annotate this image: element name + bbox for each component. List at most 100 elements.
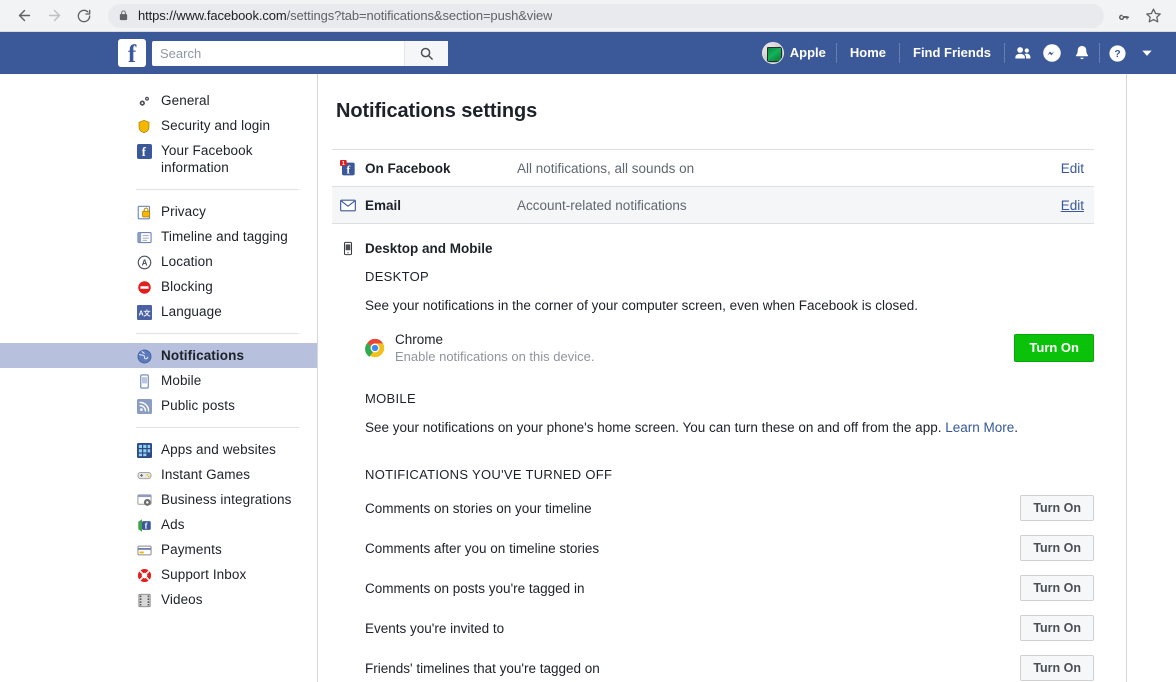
sidebar-item-label: Payments — [161, 542, 222, 557]
shield-icon — [136, 118, 152, 134]
setting-row-on-facebook[interactable]: f1 On Facebook All notifications, all so… — [332, 150, 1094, 187]
sidebar-item-label: Instant Games — [161, 467, 251, 482]
lifebuoy-icon — [136, 567, 152, 583]
setting-row-label: Email — [365, 197, 402, 213]
notification-channels-table: f1 On Facebook All notifications, all so… — [332, 149, 1094, 224]
sidebar-item-blocking[interactable]: Blocking — [0, 274, 317, 299]
sidebar-item-label: Privacy — [161, 204, 206, 219]
home-link[interactable]: Home — [839, 39, 897, 67]
sidebar-item-location[interactable]: A Location — [0, 249, 317, 274]
profile-link[interactable]: Apple — [754, 39, 834, 67]
sidebar-item-privacy[interactable]: Privacy — [0, 199, 317, 224]
turn-on-chrome-button[interactable]: Turn On — [1014, 334, 1094, 362]
turned-off-row: Comments after you on timeline stories T… — [365, 528, 1094, 568]
setting-row-email[interactable]: Email Account-related notifications Edit — [332, 187, 1094, 224]
sidebar-item-videos[interactable]: Videos — [0, 587, 317, 612]
sidebar-item-payments[interactable]: Payments — [0, 537, 317, 562]
forward-button[interactable] — [40, 2, 68, 30]
desktop-and-mobile-section: Desktop and Mobile DESKTOP See your noti… — [332, 224, 1126, 682]
facebook-f-logo[interactable]: f — [118, 39, 146, 67]
svg-text:f: f — [144, 521, 147, 530]
apps-grid-icon — [136, 442, 152, 458]
turned-off-heading: NOTIFICATIONS YOU'VE TURNED OFF — [365, 467, 613, 482]
sidebar-divider — [136, 333, 299, 334]
key-icon[interactable] — [1112, 3, 1138, 29]
language-icon: A文 — [136, 304, 152, 320]
device-name: Chrome — [395, 332, 444, 347]
sidebar-item-notifications[interactable]: Notifications — [0, 343, 317, 368]
sidebar-item-label: Security and login — [161, 118, 271, 133]
chrome-logo-icon — [365, 338, 385, 358]
business-gear-icon — [136, 492, 152, 508]
url-path: /settings?tab=notifications&section=push… — [286, 8, 553, 23]
find-friends-link[interactable]: Find Friends — [902, 39, 1002, 67]
sidebar-item-mobile[interactable]: Mobile — [0, 368, 317, 393]
rss-icon — [136, 398, 152, 414]
lock-icon — [118, 9, 129, 22]
sidebar-item-general[interactable]: General — [0, 88, 317, 113]
turn-on-button[interactable]: Turn On — [1020, 615, 1094, 641]
sidebar-item-support-inbox[interactable]: Support Inbox — [0, 562, 317, 587]
account-dropdown-icon[interactable] — [1132, 39, 1162, 67]
setting-row-description: All notifications, all sounds on — [517, 160, 695, 176]
turn-on-button[interactable]: Turn On — [1020, 575, 1094, 601]
back-button[interactable] — [10, 2, 38, 30]
svg-text:A: A — [141, 258, 147, 267]
device-subtext: Enable notifications on this device. — [395, 349, 595, 364]
sidebar-item-instant-games[interactable]: Instant Games — [0, 462, 317, 487]
turn-on-button[interactable]: Turn On — [1020, 535, 1094, 561]
sidebar-item-label: Ads — [161, 517, 185, 532]
sidebar-group-apps: Apps and websites Instant Games Business… — [0, 437, 317, 612]
sidebar-divider — [136, 189, 299, 190]
mobile-subheading: MOBILE — [365, 391, 416, 406]
search-icon[interactable] — [404, 40, 448, 66]
desktop-subheading: DESKTOP — [365, 269, 429, 284]
edit-link[interactable]: Edit — [1061, 198, 1090, 213]
learn-more-link[interactable]: Learn More — [945, 420, 1014, 435]
setting-row-description: Account-related notifications — [517, 197, 687, 213]
messenger-icon[interactable] — [1037, 39, 1067, 67]
desktop-and-mobile-header: Desktop and Mobile — [340, 240, 1122, 256]
sidebar-item-label: Mobile — [161, 373, 202, 388]
sidebar-item-security-and-login[interactable]: Security and login — [0, 113, 317, 138]
browser-toolbar: https://www.facebook.com/settings?tab=no… — [0, 0, 1176, 32]
turned-off-label: Friends' timelines that you're tagged on — [365, 660, 600, 676]
sidebar-item-label: General — [161, 93, 210, 108]
sidebar-item-business-integrations[interactable]: Business integrations — [0, 487, 317, 512]
friend-requests-icon[interactable] — [1007, 39, 1037, 67]
svg-text:1: 1 — [342, 161, 345, 167]
reload-button[interactable] — [70, 2, 98, 30]
turn-on-button[interactable]: Turn On — [1020, 655, 1094, 681]
svg-text:f: f — [346, 164, 350, 176]
sidebar-item-public-posts[interactable]: Public posts — [0, 393, 317, 418]
globe-icon — [136, 348, 152, 364]
sidebar-item-timeline-and-tagging[interactable]: Timeline and tagging — [0, 224, 317, 249]
facebook-square-icon: f — [136, 143, 152, 159]
edit-link[interactable]: Edit — [1061, 161, 1090, 176]
url-origin: https://www.facebook.com — [138, 8, 287, 23]
sidebar-item-label: Public posts — [161, 398, 235, 413]
star-icon[interactable] — [1140, 3, 1166, 29]
sidebar-item-language[interactable]: A文 Language — [0, 299, 317, 324]
divider — [899, 43, 900, 63]
address-bar[interactable]: https://www.facebook.com/settings?tab=no… — [108, 3, 1104, 28]
turned-off-row: Comments on stories on your timeline Tur… — [365, 488, 1094, 528]
sidebar-item-apps-and-websites[interactable]: Apps and websites — [0, 437, 317, 462]
svg-text:?: ? — [1114, 49, 1120, 60]
lock-page-icon — [136, 204, 152, 220]
section-heading: Desktop and Mobile — [365, 240, 493, 256]
search-input[interactable] — [152, 40, 404, 66]
sidebar-item-ads[interactable]: f Ads — [0, 512, 317, 537]
avatar — [761, 42, 784, 64]
page-title: Notifications settings — [336, 100, 538, 122]
film-strip-icon — [136, 592, 152, 608]
device-row-chrome: Chrome Enable notifications on this devi… — [365, 331, 1094, 365]
search-box[interactable] — [152, 40, 448, 66]
help-icon[interactable]: ? — [1102, 39, 1132, 67]
turn-on-button[interactable]: Turn On — [1020, 495, 1094, 521]
sidebar-item-your-facebook-information[interactable]: f Your Facebook information — [0, 138, 317, 180]
envelope-icon — [340, 197, 356, 213]
turned-off-row: Friends' timelines that you're tagged on… — [365, 648, 1094, 682]
location-target-icon: A — [136, 254, 152, 270]
notifications-bell-icon[interactable] — [1067, 39, 1097, 67]
